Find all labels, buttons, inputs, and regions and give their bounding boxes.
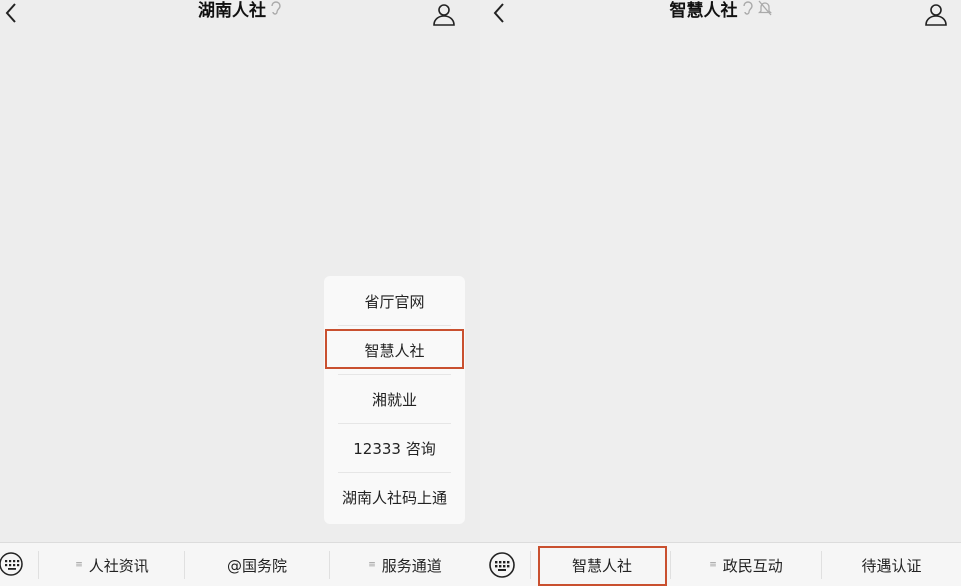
menu-tab-label: 服务通道 (381, 556, 442, 575)
menu-icon: ≡ (709, 560, 717, 570)
title-text: 智慧人社 (669, 1, 738, 21)
keyboard-icon (489, 552, 515, 578)
page-title: 智慧人社 (480, 0, 961, 24)
keyboard-icon (0, 552, 23, 576)
divider (530, 551, 531, 579)
mute-icon (757, 0, 772, 24)
menu-tab[interactable]: ≡ 政民互动 (671, 543, 821, 586)
menu-tab[interactable]: @国务院 (185, 543, 329, 586)
menu-tab-label: 待遇认证 (861, 556, 922, 575)
menu-icon: ≡ (75, 560, 83, 570)
menu-tab[interactable]: ≡ 服务通道 (330, 543, 480, 586)
user-icon (925, 4, 947, 26)
menu-tab-label: 人社资讯 (88, 556, 149, 575)
submenu-item[interactable]: 12333 咨询 (324, 424, 465, 472)
submenu-item[interactable]: 湘就业 (324, 375, 465, 423)
user-icon (433, 4, 455, 26)
right-chat-screen: 智慧人社 智慧人社 ≡ 政民互动 待遇认证 (480, 0, 961, 586)
divider (38, 551, 39, 579)
menu-bar: ≡ 人社资讯 @国务院 ≡ 服务通道 (0, 542, 480, 586)
ear-icon (270, 0, 282, 24)
keyboard-button[interactable] (488, 551, 518, 583)
menu-tab[interactable]: ≡ 人社资讯 (40, 543, 184, 586)
profile-button[interactable] (432, 2, 456, 30)
page-title: 湖南人社 (0, 0, 480, 24)
highlight-box (325, 329, 464, 369)
submenu-item[interactable]: 省厅官网 (324, 277, 465, 325)
title-text: 湖南人社 (198, 1, 266, 21)
highlight-box (538, 546, 667, 586)
submenu-item[interactable]: 湖南人社码上通 (324, 473, 465, 521)
menu-tab[interactable]: 待遇认证 (822, 543, 961, 586)
submenu-popup: 省厅官网 智慧人社 湘就业 12333 咨询 湖南人社码上通 (324, 276, 465, 524)
menu-tab-label: 政民互动 (722, 556, 783, 575)
profile-button[interactable] (924, 2, 948, 30)
menu-tab-label: @国务院 (226, 556, 287, 575)
keyboard-button[interactable] (0, 551, 26, 581)
left-chat-screen: 湖南人社 省厅官网 智慧人社 湘就业 12333 咨询 湖南人社码上通 ≡ 人社资… (0, 0, 480, 586)
menu-icon: ≡ (368, 560, 376, 570)
ear-icon (742, 0, 754, 24)
